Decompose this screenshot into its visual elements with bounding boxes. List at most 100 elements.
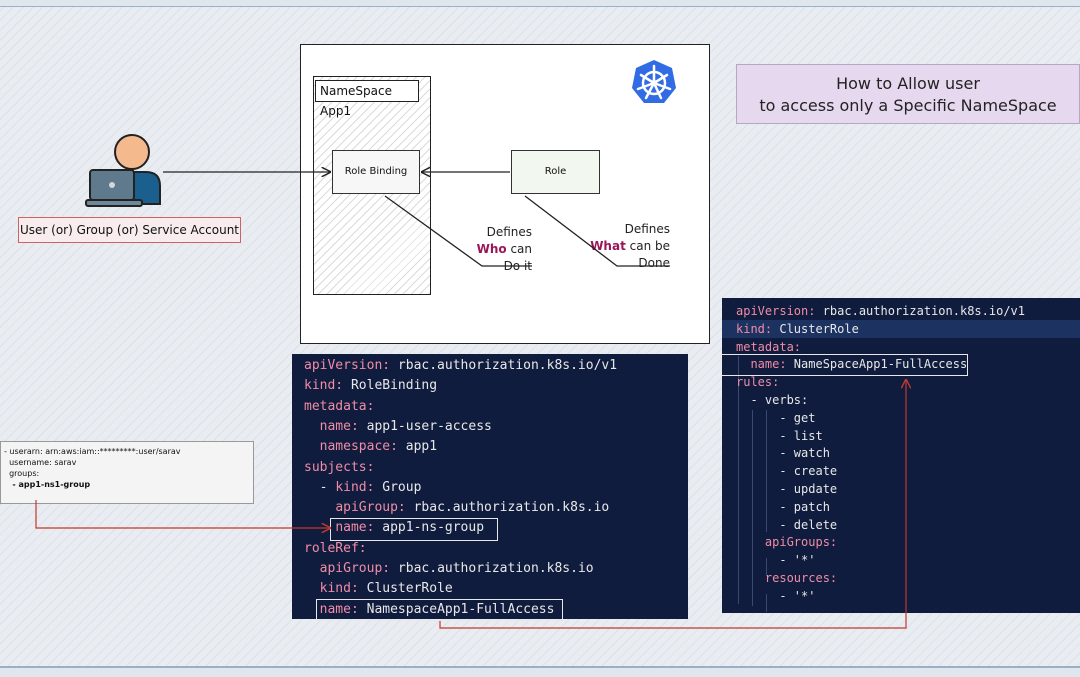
code-value: - verbs: — [750, 393, 809, 407]
code-line: - update — [736, 480, 837, 498]
code-value: Group — [374, 479, 422, 495]
role-box: Role — [511, 150, 600, 194]
code-key: roleRef: — [304, 540, 367, 556]
what-highlight: What — [590, 239, 626, 253]
code-key: apiVersion: — [304, 358, 391, 373]
code-line: apiGroup: rbac.authorization.k8s.io — [304, 559, 594, 579]
code-key: subjects: — [304, 459, 375, 475]
who-highlight: Who — [476, 242, 507, 256]
title-line-2: to access only a Specific NameSpace — [759, 96, 1057, 115]
subject-name-highlight — [330, 518, 498, 541]
code-indent: - — [304, 479, 336, 495]
code-value: rbac.authorization.k8s.io/v1 — [390, 358, 618, 373]
rolebinding-yaml-block: apiVersion: rbac.authorization.k8s.io/v1… — [292, 354, 688, 621]
code-key: metadata: — [304, 398, 375, 414]
identity-line-4: - app1-ns1-group — [4, 480, 91, 489]
identity-line-3: groups: — [4, 469, 40, 478]
code-line: namespace: app1 — [304, 437, 437, 457]
code-key: namespace: — [319, 439, 398, 455]
code-key: resources: — [764, 571, 838, 585]
code-value: ClusterRole — [772, 321, 859, 336]
clusterrole-yaml-block: apiVersion: rbac.authorization.k8s.io/v1… — [720, 298, 1080, 613]
code-line: kind: ClusterRole — [736, 320, 859, 338]
code-line: apiGroups: — [736, 533, 837, 551]
code-key: metadata: — [736, 339, 802, 354]
code-line: - '*' — [736, 587, 815, 605]
code-value: - update — [779, 482, 838, 496]
code-value: rbac.authorization.k8s.io/v1 — [815, 304, 1025, 318]
code-line: name: app1-user-access — [304, 417, 492, 437]
code-line: - kind: Group — [304, 478, 422, 498]
code-value: rbac.authorization.k8s.io — [390, 561, 594, 576]
aws-auth-identity-box: - userarn: arn:aws:iam::*********:user/s… — [0, 441, 254, 504]
code-key: rules: — [736, 375, 780, 390]
code-value: - '*' — [779, 553, 816, 568]
code-key: apiGroups: — [764, 535, 838, 550]
identity-line-1: - userarn: arn:aws:iam::*********:user/s… — [4, 447, 181, 456]
code-value: - '*' — [779, 588, 816, 603]
code-line: metadata: — [304, 397, 374, 417]
user-laptop-icon — [85, 134, 161, 207]
code-key: kind: — [319, 581, 359, 597]
defines-who-note: Defines Who can Do it — [466, 224, 532, 275]
defines-what-note: Defines What can be Done — [590, 221, 670, 272]
title-line-1: How to Allow user — [836, 74, 980, 93]
code-line: apiVersion: rbac.authorization.k8s.io/v1 — [736, 302, 1025, 320]
code-value: rbac.authorization.k8s.io — [405, 500, 610, 516]
what-rest: can be — [625, 239, 670, 253]
defines-what-line-1: Defines — [624, 222, 670, 236]
code-line: - get — [736, 409, 815, 427]
code-line: - watch — [736, 444, 830, 462]
code-line: - delete — [736, 516, 837, 534]
code-line: - '*' — [736, 551, 815, 569]
code-line: - verbs: — [736, 391, 808, 409]
defines-who-line-3: Do it — [503, 259, 532, 273]
user-label: User (or) Group (or) Service Account — [18, 217, 241, 243]
who-rest: can — [506, 242, 532, 256]
code-line: apiVersion: rbac.authorization.k8s.io/v1 — [304, 356, 617, 376]
role-binding-box: Role Binding — [332, 150, 420, 194]
code-line: resources: — [736, 569, 837, 587]
code-line: kind: RoleBinding — [304, 376, 437, 396]
kubernetes-logo-icon — [632, 60, 676, 103]
code-value: - watch — [779, 446, 830, 461]
code-value: - create — [779, 464, 838, 479]
top-border — [0, 0, 1080, 7]
namespace-title: NameSpace App1 — [315, 80, 419, 118]
code-line: - list — [736, 427, 822, 445]
roleref-name-highlight — [316, 599, 563, 621]
defines-who-line-1: Defines — [486, 225, 532, 239]
code-line: - patch — [736, 498, 830, 516]
title-box: How to Allow user to access only a Speci… — [736, 64, 1080, 124]
code-line: kind: ClusterRole — [304, 579, 453, 599]
code-key: apiVersion: — [736, 304, 816, 318]
code-key: apiGroup: — [335, 500, 406, 516]
identity-line-2: username: sarav — [4, 458, 77, 467]
bottom-border — [0, 666, 1080, 677]
code-value: app1 — [397, 439, 438, 455]
code-line: subjects: — [304, 458, 374, 478]
code-value: - get — [779, 410, 816, 425]
code-value: app1-user-access — [358, 418, 492, 434]
clusterrole-name-highlight — [720, 354, 968, 376]
code-line: metadata: — [736, 338, 801, 356]
code-line: apiGroup: rbac.authorization.k8s.io — [304, 498, 609, 518]
code-line: roleRef: — [304, 539, 367, 559]
